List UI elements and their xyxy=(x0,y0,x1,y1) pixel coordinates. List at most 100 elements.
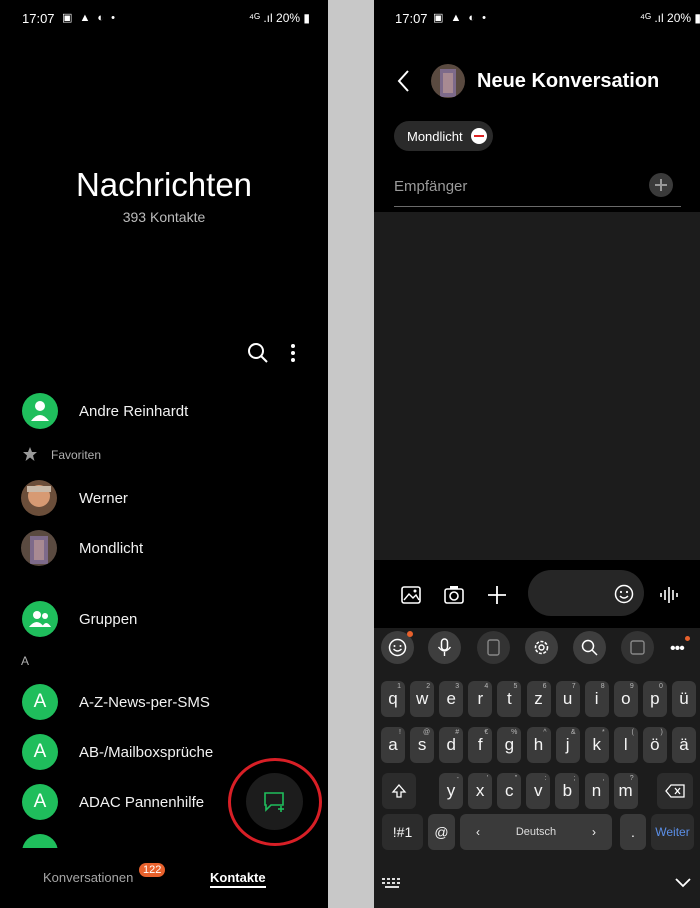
key-u[interactable]: u7 xyxy=(555,681,580,717)
symbols-key[interactable]: !#1 xyxy=(382,814,423,850)
contacts-screen: 17:07 ▣ ▲ ◐ • ⁴ᴳ .ıl 20% ▮ Nachrichten 3… xyxy=(0,0,328,908)
kb-voice-button[interactable] xyxy=(428,631,461,664)
chevron-right-icon: › xyxy=(592,825,596,839)
key-p[interactable]: p0 xyxy=(642,681,667,717)
contact-name: Werner xyxy=(79,490,128,507)
unread-badge: 122 xyxy=(139,863,166,877)
key-h[interactable]: h ^ xyxy=(526,727,551,763)
key-c[interactable]: c " xyxy=(497,773,522,809)
key-label: k xyxy=(592,735,601,754)
battery-icon: ▮ xyxy=(694,11,700,25)
key-i[interactable]: i8 xyxy=(584,681,609,717)
kb-clipboard-button[interactable] xyxy=(477,631,510,664)
more-options-icon[interactable] xyxy=(286,343,300,363)
key-hint: # xyxy=(455,729,460,736)
key-ö[interactable]: ö) xyxy=(642,727,667,763)
contact-photo xyxy=(21,530,57,566)
groups-label: Gruppen xyxy=(79,611,138,628)
next-key[interactable]: Weiter xyxy=(651,814,694,850)
key-q[interactable]: q1 xyxy=(381,681,405,717)
key-z[interactable]: z6 xyxy=(526,681,551,717)
key-hint: 0 xyxy=(658,683,663,690)
key-label: r xyxy=(477,689,484,708)
search-icon[interactable] xyxy=(247,342,269,364)
key-label: x xyxy=(475,781,485,800)
recipient-chip[interactable]: Mondlicht xyxy=(394,121,493,151)
add-recipient-button[interactable] xyxy=(649,173,673,197)
kb-search-button[interactable] xyxy=(573,631,606,664)
key-j[interactable]: j & xyxy=(555,727,580,763)
period-key[interactable]: . xyxy=(620,814,646,850)
key-hint: 4 xyxy=(484,683,489,690)
tab-contacts[interactable]: Kontakte xyxy=(210,870,266,888)
key-a[interactable]: a! xyxy=(381,727,405,763)
key-hint: * xyxy=(601,729,605,736)
key-hint: ^ xyxy=(543,729,547,736)
key-hint: ? xyxy=(629,775,634,782)
key-d[interactable]: d # xyxy=(439,727,464,763)
key-f[interactable]: f € xyxy=(468,727,493,763)
contact-name: Mondlicht xyxy=(79,540,144,557)
camera-icon[interactable] xyxy=(443,584,465,606)
key-x[interactable]: x ' xyxy=(468,773,493,809)
key-label: e xyxy=(446,689,456,708)
key-hint: % xyxy=(511,729,518,736)
key-label: d xyxy=(446,735,456,754)
at-key[interactable]: @ xyxy=(428,814,455,850)
key-label: ä xyxy=(679,735,689,754)
message-input[interactable] xyxy=(528,570,644,616)
key-label: q xyxy=(388,689,398,708)
groups-icon xyxy=(22,601,58,637)
more-options-icon[interactable]: ••• xyxy=(670,640,685,658)
key-label: f xyxy=(477,735,483,754)
key-e[interactable]: e3 xyxy=(439,681,464,717)
key-v[interactable]: v: xyxy=(526,773,551,809)
back-arrow-icon[interactable] xyxy=(396,69,412,93)
remove-recipient-icon[interactable] xyxy=(470,128,487,144)
emoji-icon[interactable] xyxy=(614,584,634,604)
key-r[interactable]: r4 xyxy=(468,681,493,717)
key-hint: 7 xyxy=(571,683,576,690)
key-label: s xyxy=(417,735,427,754)
language-label: Deutsch xyxy=(515,826,557,838)
key-label: i xyxy=(594,689,599,708)
contact-name: A-Z-News-per-SMS xyxy=(79,694,210,711)
chip-label: Mondlicht xyxy=(407,128,463,144)
tab-conversations[interactable]: Konversationen xyxy=(43,870,133,885)
keyboard-switch-icon[interactable] xyxy=(382,878,404,890)
key-ü[interactable]: ü xyxy=(672,681,696,717)
bottom-tabs: Konversationen 122 Kontakte xyxy=(0,848,328,908)
key-label: g xyxy=(504,735,515,754)
key-t[interactable]: t5 xyxy=(497,681,522,717)
backspace-key[interactable] xyxy=(657,773,693,809)
space-key[interactable]: ‹ Deutsch › xyxy=(460,814,612,850)
key-o[interactable]: o9 xyxy=(613,681,638,717)
key-label: b xyxy=(562,781,573,800)
key-l[interactable]: l( xyxy=(613,727,638,763)
plus-icon[interactable] xyxy=(486,584,508,606)
page-title: Nachrichten xyxy=(75,166,253,203)
key-label: p xyxy=(650,689,660,708)
message-area xyxy=(374,212,700,560)
kb-settings-button[interactable] xyxy=(525,631,558,664)
kb-translate-button[interactable] xyxy=(621,631,654,664)
shift-key[interactable] xyxy=(382,773,416,809)
key-s[interactable]: s @ xyxy=(410,727,435,763)
key-b[interactable]: b; xyxy=(555,773,580,809)
key-w[interactable]: w2 xyxy=(410,681,435,717)
key-label: h xyxy=(533,735,544,754)
voice-record-icon[interactable] xyxy=(658,584,680,606)
key-y[interactable]: y- xyxy=(439,773,463,809)
key-label: c xyxy=(504,781,514,800)
recipient-input[interactable]: Empfänger xyxy=(394,178,467,195)
search-icon xyxy=(581,639,598,656)
key-ä[interactable]: ä xyxy=(672,727,696,763)
gallery-icon[interactable] xyxy=(400,584,422,606)
status-time: 17:07 xyxy=(22,11,55,26)
key-g[interactable]: g% xyxy=(497,727,522,763)
backspace-icon xyxy=(665,784,685,798)
shift-icon xyxy=(391,784,407,798)
notification-icons: ▣ ▲ ◐ • xyxy=(433,12,488,24)
hide-keyboard-icon[interactable] xyxy=(674,877,692,889)
annotation-circle xyxy=(228,758,322,846)
